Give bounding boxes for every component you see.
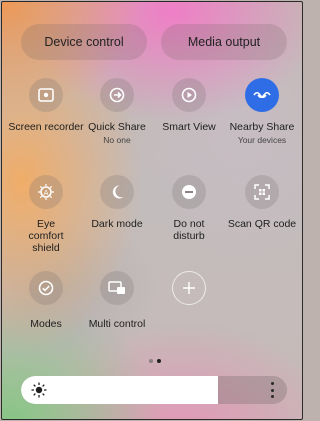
tile-sublabel: No one <box>103 135 131 145</box>
plus-icon <box>172 271 206 305</box>
smart-view-icon <box>172 78 206 112</box>
svg-text:A: A <box>44 189 49 197</box>
page-dot <box>149 359 153 363</box>
tile-label: Scan QR code <box>227 218 297 230</box>
tile-do-not-disturb[interactable]: Do not disturb <box>151 175 227 242</box>
media-output-button[interactable]: Media output <box>161 24 287 60</box>
device-control-button[interactable]: Device control <box>21 24 147 60</box>
eye-comfort-icon: A <box>29 175 63 209</box>
quick-share-icon <box>100 78 134 112</box>
nearby-share-icon <box>245 78 279 112</box>
tile-scan-qr-code[interactable]: Scan QR code <box>224 175 300 230</box>
tile-smart-view[interactable]: Smart View <box>151 78 227 133</box>
tile-label: Multi control <box>88 318 146 330</box>
tile-label: Dark mode <box>91 218 143 230</box>
tile-label: Modes <box>30 318 62 330</box>
tile-dark-mode[interactable]: Dark mode <box>79 175 155 230</box>
tile-quick-share[interactable]: Quick Share No one <box>79 78 155 146</box>
tile-label: Eye comfort shield <box>28 218 64 254</box>
multi-control-icon <box>100 271 134 305</box>
tile-sublabel: Your devices <box>237 135 287 145</box>
tile-label: Smart View <box>162 121 216 133</box>
qr-code-icon <box>245 175 279 209</box>
tile-label: Do not disturb <box>173 218 205 242</box>
tile-label: Quick Share <box>88 121 146 133</box>
brightness-fill <box>21 376 218 404</box>
tile-multi-control[interactable]: Multi control <box>79 271 155 330</box>
page-dot-active <box>157 359 161 363</box>
tile-eye-comfort-shield[interactable]: A Eye comfort shield <box>8 175 84 254</box>
moon-icon <box>100 175 134 209</box>
tile-nearby-share[interactable]: Nearby Share Your devices <box>224 78 300 146</box>
modes-check-icon <box>29 271 63 305</box>
more-vertical-icon[interactable] <box>269 382 275 398</box>
minus-circle-icon <box>172 175 206 209</box>
sun-icon <box>31 382 47 398</box>
tile-screen-recorder[interactable]: Screen recorder <box>8 78 84 133</box>
screen-recorder-icon <box>29 78 63 112</box>
quick-panel: Device control Media output Screen recor… <box>1 1 303 420</box>
brightness-slider[interactable] <box>21 376 287 404</box>
tile-modes[interactable]: Modes <box>8 271 84 330</box>
page-indicator[interactable] <box>149 359 161 363</box>
tile-label: Nearby Share <box>229 121 295 133</box>
tile-label: Screen recorder <box>8 121 84 133</box>
add-tile-button[interactable] <box>151 271 227 305</box>
